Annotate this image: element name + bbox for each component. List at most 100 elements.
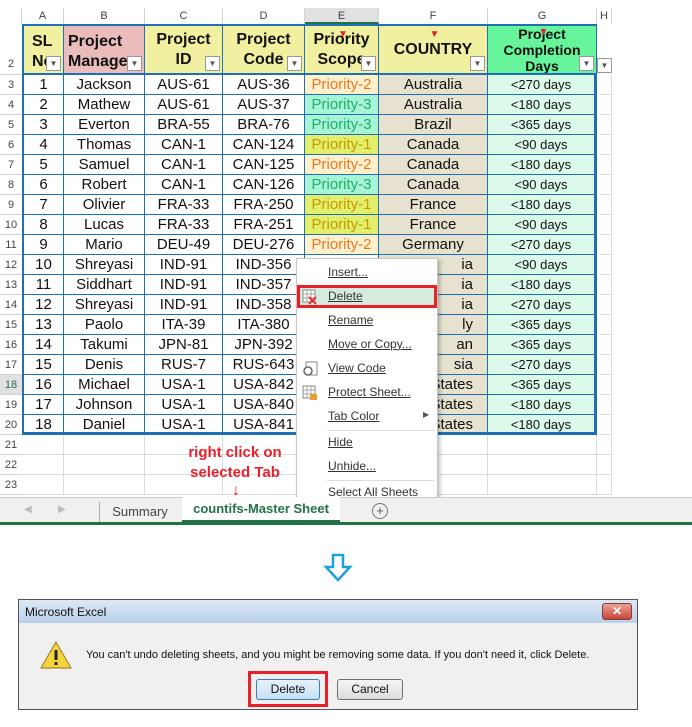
table-cell[interactable]: <180 days — [488, 415, 597, 435]
table-cell[interactable]: 4 — [22, 135, 64, 155]
table-cell[interactable]: Shreyasi — [64, 295, 145, 315]
table-cell[interactable]: RUS-7 — [145, 355, 223, 375]
row-header-8[interactable]: 8 — [0, 175, 22, 195]
table-cell[interactable]: <365 days — [488, 115, 597, 135]
table-cell[interactable]: 6 — [22, 175, 64, 195]
row-header-17[interactable]: 17 — [0, 355, 22, 375]
table-cell[interactable]: Paolo — [64, 315, 145, 335]
menu-item-hide[interactable]: Hide — [328, 435, 353, 449]
table-cell[interactable]: Mario — [64, 235, 145, 255]
table-cell[interactable]: Priority-2 — [305, 235, 379, 255]
table-cell[interactable]: IND-358 — [223, 295, 305, 315]
table-cell[interactable]: Priority-3 — [305, 115, 379, 135]
table-cell[interactable]: Canada — [379, 175, 488, 195]
empty-cell[interactable] — [64, 435, 145, 455]
table-cell[interactable]: Australia — [379, 75, 488, 95]
empty-cell[interactable] — [600, 375, 612, 395]
column-header-E[interactable]: E — [305, 8, 379, 24]
menu-item-unhide[interactable]: Unhide... — [328, 459, 376, 473]
filter-dropdown-button[interactable]: ▼ — [470, 56, 485, 71]
table-cell[interactable]: Brazil — [379, 115, 488, 135]
tab-countifs-master-sheet[interactable]: countifs-Master Sheet — [182, 497, 340, 523]
menu-item-protect-sheet[interactable]: Protect Sheet... — [328, 385, 411, 399]
table-cell[interactable]: FRA-33 — [145, 215, 223, 235]
empty-cell[interactable] — [600, 155, 612, 175]
column-header-G[interactable]: G — [488, 8, 597, 24]
tab-summary[interactable]: Summary — [100, 504, 180, 519]
table-cell[interactable]: IND-91 — [145, 255, 223, 275]
table-cell[interactable]: 10 — [22, 255, 64, 275]
table-cell[interactable]: AUS-36 — [223, 75, 305, 95]
table-cell[interactable]: <180 days — [488, 95, 597, 115]
table-cell[interactable]: <180 days — [488, 395, 597, 415]
column-header-B[interactable]: B — [64, 8, 145, 24]
menu-item-insert[interactable]: Insert... — [328, 265, 368, 279]
close-button[interactable]: ✕ — [602, 603, 632, 620]
table-cell[interactable]: FRA-250 — [223, 195, 305, 215]
table-cell[interactable]: AUS-61 — [145, 75, 223, 95]
empty-cell[interactable] — [597, 455, 612, 475]
row-header-7[interactable]: 7 — [0, 155, 22, 175]
table-cell[interactable]: Priority-1 — [305, 195, 379, 215]
empty-cell[interactable] — [22, 475, 64, 495]
table-cell[interactable]: Daniel — [64, 415, 145, 435]
table-cell[interactable]: IND-357 — [223, 275, 305, 295]
empty-cell[interactable] — [600, 95, 612, 115]
table-cell[interactable]: 16 — [22, 375, 64, 395]
column-header-A[interactable]: A — [22, 8, 64, 24]
table-cell[interactable]: ITA-39 — [145, 315, 223, 335]
table-cell[interactable]: Everton — [64, 115, 145, 135]
row-header-5[interactable]: 5 — [0, 115, 22, 135]
table-cell[interactable]: <270 days — [488, 295, 597, 315]
filter-dropdown-button[interactable]: ▼ — [127, 56, 142, 71]
table-cell[interactable]: Germany — [379, 235, 488, 255]
column-header-C[interactable]: C — [145, 8, 223, 24]
empty-cell[interactable] — [600, 175, 612, 195]
table-cell[interactable]: 3 — [22, 115, 64, 135]
empty-cell[interactable] — [600, 115, 612, 135]
empty-cell[interactable] — [488, 435, 597, 455]
row-header-6[interactable]: 6 — [0, 135, 22, 155]
table-cell[interactable]: FRA-251 — [223, 215, 305, 235]
row-header-16[interactable]: 16 — [0, 335, 22, 355]
table-cell[interactable]: Siddhart — [64, 275, 145, 295]
row-header-12[interactable]: 12 — [0, 255, 22, 275]
row-header-9[interactable]: 9 — [0, 195, 22, 215]
filter-dropdown-button[interactable]: ▼ — [579, 56, 594, 71]
table-cell[interactable]: <270 days — [488, 75, 597, 95]
table-cell[interactable]: Priority-3 — [305, 95, 379, 115]
filter-dropdown-button[interactable]: ▼ — [205, 56, 220, 71]
table-cell[interactable]: JPN-81 — [145, 335, 223, 355]
table-cell[interactable]: Samuel — [64, 155, 145, 175]
table-cell[interactable]: IND-91 — [145, 295, 223, 315]
table-cell[interactable]: ITA-380 — [223, 315, 305, 335]
empty-cell[interactable] — [597, 435, 612, 455]
table-cell[interactable]: <90 days — [488, 215, 597, 235]
table-cell[interactable]: CAN-125 — [223, 155, 305, 175]
table-cell[interactable]: CAN-1 — [145, 175, 223, 195]
table-cell[interactable]: RUS-643 — [223, 355, 305, 375]
table-cell[interactable]: Robert — [64, 175, 145, 195]
empty-cell[interactable] — [22, 455, 64, 475]
table-cell[interactable]: Priority-2 — [305, 155, 379, 175]
table-cell[interactable]: <180 days — [488, 275, 597, 295]
empty-cell[interactable] — [488, 475, 597, 495]
empty-cell[interactable] — [600, 335, 612, 355]
table-cell[interactable]: France — [379, 215, 488, 235]
table-cell[interactable]: 17 — [22, 395, 64, 415]
row-header-23[interactable]: 23 — [0, 475, 22, 495]
table-cell[interactable]: IND-91 — [145, 275, 223, 295]
table-cell[interactable]: 13 — [22, 315, 64, 335]
empty-cell[interactable] — [600, 75, 612, 95]
empty-cell[interactable] — [488, 455, 597, 475]
table-cell[interactable]: 7 — [22, 195, 64, 215]
table-cell[interactable]: AUS-61 — [145, 95, 223, 115]
table-cell[interactable]: Priority-2 — [305, 75, 379, 95]
row-header-21[interactable]: 21 — [0, 435, 22, 455]
table-cell[interactable]: <365 days — [488, 315, 597, 335]
table-cell[interactable]: Johnson — [64, 395, 145, 415]
cancel-button[interactable]: Cancel — [337, 679, 403, 700]
menu-item-view-code[interactable]: View Code — [328, 361, 386, 375]
table-cell[interactable]: AUS-37 — [223, 95, 305, 115]
table-cell[interactable]: BRA-76 — [223, 115, 305, 135]
